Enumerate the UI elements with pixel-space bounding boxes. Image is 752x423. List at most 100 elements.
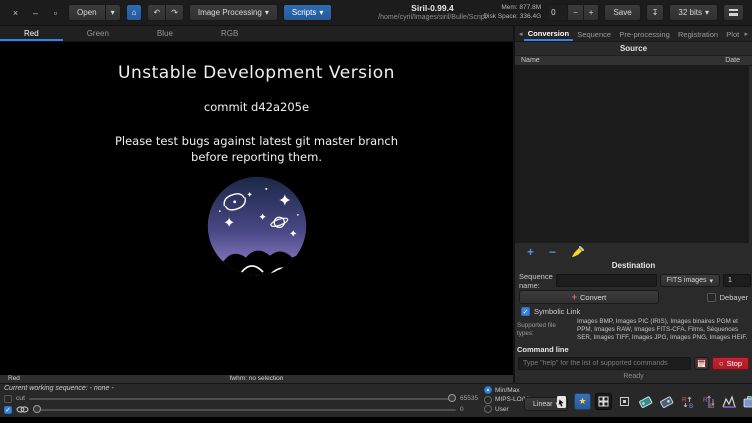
source-list-header: Name Date <box>515 55 752 66</box>
channel-swap-button[interactable]: R B <box>679 393 696 410</box>
sequence-name-label: Sequence name: <box>519 272 553 290</box>
save-as-button[interactable]: ↧ <box>646 4 665 21</box>
image-invert-button[interactable] <box>553 393 570 410</box>
command-log-button[interactable] <box>694 357 709 370</box>
undo-button[interactable]: ↶ <box>147 4 166 21</box>
add-files-button[interactable]: + <box>527 247 534 257</box>
stop-label: Stop <box>727 359 742 368</box>
scripts-button[interactable]: Scripts ▾ <box>283 4 332 21</box>
channel-align-button[interactable]: R B <box>700 393 717 410</box>
tabs-scroll-right-icon[interactable]: ▸ <box>743 30 749 38</box>
tab-rgb[interactable]: RGB <box>197 26 262 41</box>
cut-checkbox[interactable] <box>4 395 12 403</box>
warning-line-1: Please test bugs against latest git mast… <box>0 133 513 149</box>
tab-plot[interactable]: Plot <box>722 28 743 40</box>
convert-button[interactable]: + Convert <box>519 290 659 304</box>
tab-red[interactable]: Red <box>0 26 63 41</box>
symbolic-link-checkbox[interactable]: ✓ <box>521 307 530 316</box>
dev-version-title: Unstable Development Version <box>0 42 513 83</box>
svg-text:B: B <box>689 403 693 409</box>
image-statusbar: Red fwhm: no selection <box>0 375 513 383</box>
low-slider[interactable] <box>33 409 456 411</box>
convert-label: Convert <box>580 293 606 302</box>
right-panel: ◂ Conversion Sequence Pre-processing Reg… <box>515 26 752 383</box>
photometry-button[interactable] <box>658 393 675 410</box>
check-icon: ✓ <box>5 406 11 414</box>
zoom-value-input[interactable] <box>546 4 568 21</box>
source-section-title: Source <box>515 42 752 55</box>
redo-button[interactable]: ↷ <box>165 4 184 21</box>
zoom-increase-button[interactable]: + <box>583 4 600 21</box>
quick-photometry-button[interactable] <box>637 393 654 410</box>
low-slider-handle[interactable] <box>33 405 41 413</box>
home-button[interactable]: ⌂ <box>126 4 143 21</box>
minus-icon: − <box>573 8 578 17</box>
open-button-group: Open ▾ <box>68 4 121 21</box>
radio-minmax[interactable]: Min/Max <box>484 386 530 394</box>
open-dropdown-button[interactable]: ▾ <box>105 4 121 21</box>
column-header-date[interactable]: Date <box>725 57 752 64</box>
zoom-spinbox: − + <box>546 4 599 21</box>
open-button[interactable]: Open <box>68 4 106 21</box>
radio-icon <box>484 405 492 413</box>
image-stack-button[interactable] <box>742 393 752 410</box>
bottom-bar: Current working sequence: - none - cut 6… <box>0 383 752 417</box>
close-icon[interactable]: × <box>8 8 23 18</box>
sequence-name-input[interactable] <box>556 274 657 287</box>
low-value: 0 <box>460 406 482 413</box>
tab-pre-processing[interactable]: Pre-processing <box>615 28 673 40</box>
chevron-down-icon: ▾ <box>709 277 713 285</box>
symbolic-link-label: Symbolic Link <box>534 307 580 316</box>
stop-circle-icon: ○ <box>719 359 724 368</box>
tab-sequence[interactable]: Sequence <box>573 28 615 40</box>
bit-depth-select[interactable]: 32 bits ▾ <box>669 4 718 21</box>
command-line-row: ○ Stop <box>515 355 752 371</box>
tabs-scroll-left-icon[interactable]: ◂ <box>518 30 524 38</box>
channel-swap-icon: R B <box>681 395 695 409</box>
high-slider[interactable] <box>29 398 456 400</box>
tab-conversion[interactable]: Conversion <box>524 27 573 41</box>
high-threshold-row: cut 65535 <box>4 394 482 403</box>
image-processing-button[interactable]: Image Processing ▾ <box>189 4 278 21</box>
maximize-icon[interactable]: ▫ <box>48 8 63 18</box>
system-info: Mem: 877.8M Disk Space: 336.4G <box>483 4 541 21</box>
menu-button[interactable] <box>723 4 744 21</box>
convert-row: + Convert Debayer <box>515 289 752 305</box>
warning-line-2: before reporting them. <box>0 149 513 165</box>
working-directory: /home/cyril/Images/siril/Bulle/Script <box>378 14 487 23</box>
output-format-select[interactable]: FITS images ▾ <box>660 274 720 287</box>
stop-button[interactable]: ○ Stop <box>712 357 749 370</box>
sequence-count-input[interactable] <box>723 274 751 287</box>
save-as-icon: ↧ <box>652 8 659 17</box>
zoom-decrease-button[interactable]: − <box>567 4 584 21</box>
command-input[interactable] <box>518 357 691 370</box>
single-view-button[interactable] <box>616 393 633 410</box>
supported-types-row: Supported file types: Images BMP, Images… <box>515 318 752 342</box>
column-header-name[interactable]: Name <box>515 57 540 64</box>
image-stack-icon <box>743 395 752 409</box>
window-bottom-edge <box>0 417 752 423</box>
minimize-icon[interactable]: – <box>28 8 43 18</box>
panel-tabs: ◂ Conversion Sequence Pre-processing Reg… <box>515 26 752 42</box>
tab-registration[interactable]: Registration <box>674 28 722 40</box>
grid-view-button[interactable] <box>595 393 612 410</box>
link-thresholds-checkbox[interactable]: ✓ <box>4 406 12 414</box>
star-icon: ★ <box>578 396 586 407</box>
save-button[interactable]: Save <box>604 4 640 21</box>
image-canvas[interactable]: Unstable Development Version commit d42a… <box>0 42 513 375</box>
scale-label: Linear <box>533 401 552 408</box>
clear-list-broom-icon[interactable] <box>571 246 584 258</box>
remove-files-button[interactable]: − <box>549 247 556 257</box>
star-detection-button[interactable]: ★ <box>574 393 591 410</box>
check-icon: ✓ <box>523 308 529 316</box>
tab-green[interactable]: Green <box>63 26 133 41</box>
debayer-checkbox[interactable] <box>707 293 716 302</box>
chevron-down-icon: ▾ <box>705 8 709 17</box>
chevron-down-icon: ▾ <box>319 8 323 17</box>
high-slider-handle[interactable] <box>448 394 456 402</box>
histogram-button[interactable] <box>721 393 738 410</box>
tab-blue[interactable]: Blue <box>133 26 197 41</box>
chevron-down-icon: ▾ <box>111 8 115 17</box>
source-file-list[interactable] <box>515 66 752 243</box>
window-title: Siril-0.99.4 <box>378 3 487 14</box>
